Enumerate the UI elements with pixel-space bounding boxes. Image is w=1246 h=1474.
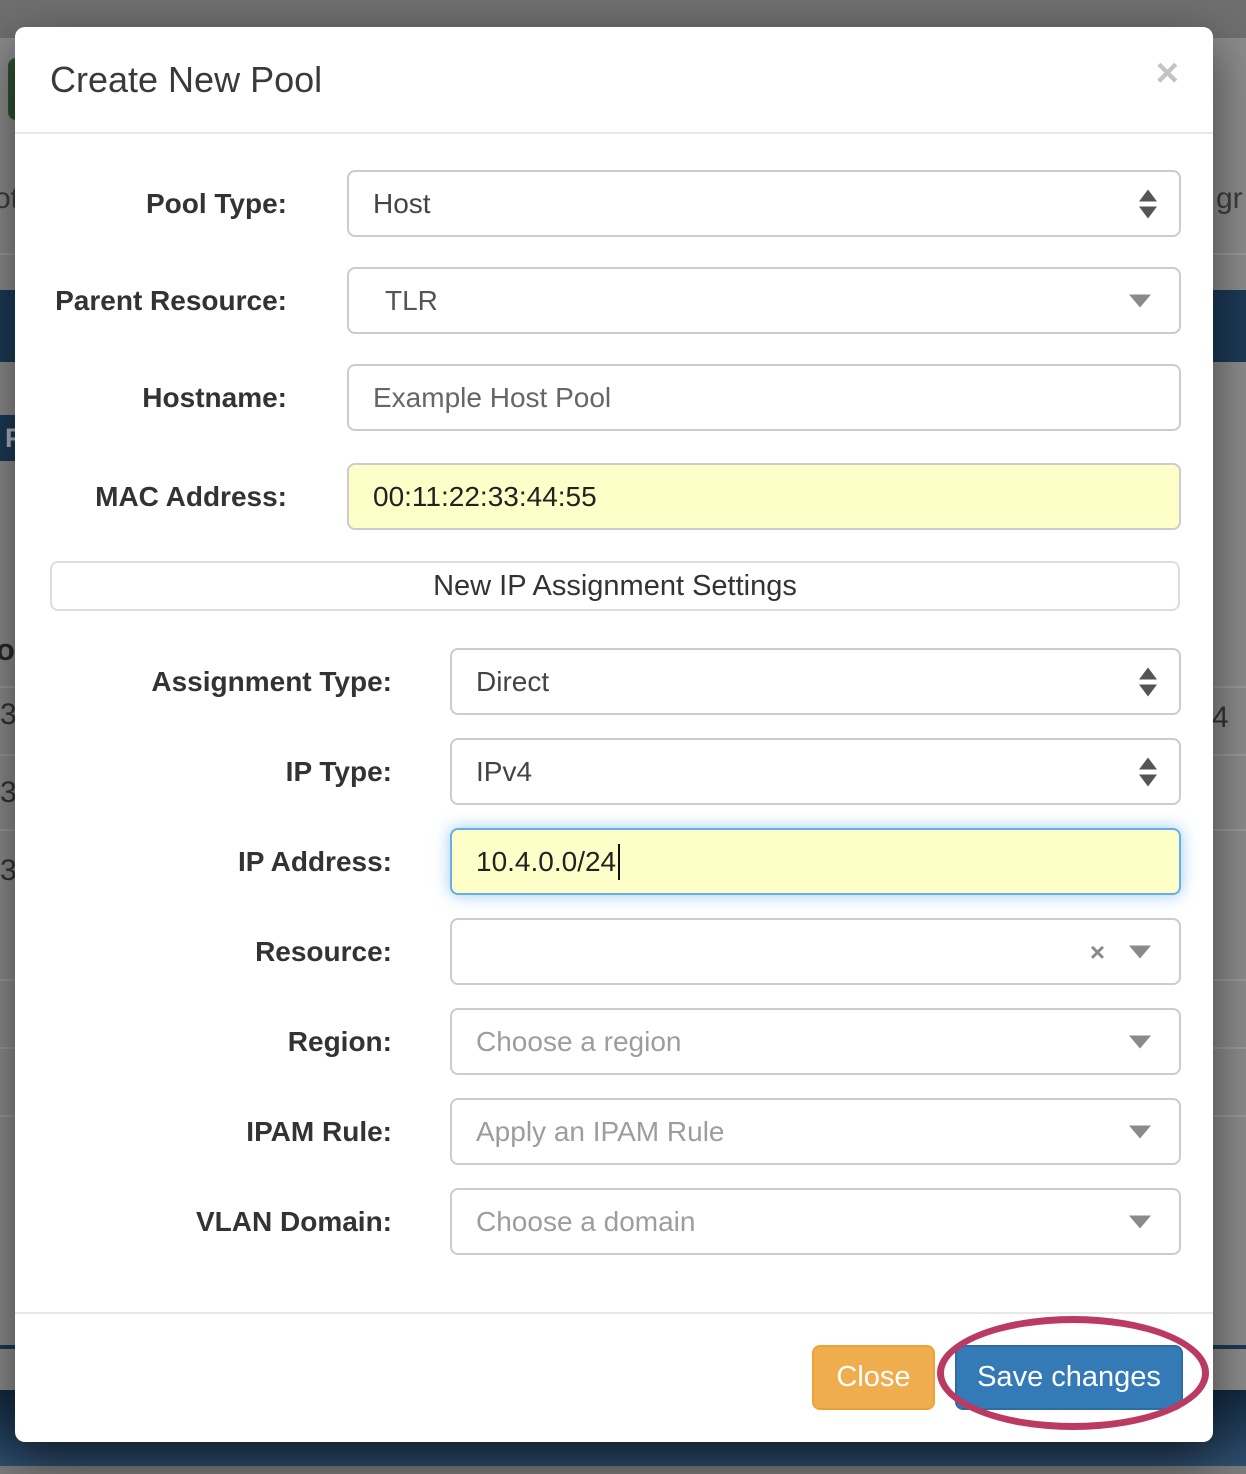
mac-address-row: MAC Address: 00:11:22:33:44:55: [15, 463, 1213, 530]
parent-resource-value: TLR: [385, 284, 438, 316]
chevron-down-icon: [1129, 1035, 1151, 1048]
hostname-row: Hostname: Example Host Pool: [15, 364, 1213, 431]
clear-icon[interactable]: ×: [1090, 939, 1105, 965]
ip-type-value: IPv4: [476, 755, 533, 787]
assignment-type-row: Assignment Type: Direct: [15, 648, 1213, 715]
vlan-domain-row: VLAN Domain: Choose a domain: [15, 1188, 1213, 1255]
assignment-type-label: Assignment Type:: [151, 665, 392, 697]
background-footer-strip: [0, 1466, 1246, 1474]
ipam-rule-select[interactable]: Apply an IPAM Rule: [450, 1098, 1181, 1165]
chevron-down-icon: [1129, 294, 1151, 307]
ip-address-value: 10.4.0.0/24: [476, 845, 617, 877]
assignment-type-select[interactable]: Direct: [450, 648, 1181, 715]
ip-type-label: IP Type:: [285, 755, 392, 787]
chevron-down-icon: [1129, 1215, 1151, 1228]
select-spinner-icon: [1139, 757, 1157, 786]
hostname-input[interactable]: Example Host Pool: [347, 364, 1181, 431]
modal-title: Create New Pool: [50, 59, 323, 100]
vlan-domain-placeholder: Choose a domain: [476, 1205, 696, 1237]
parent-resource-row: Parent Resource: TLR: [15, 267, 1213, 334]
close-button[interactable]: Close: [812, 1345, 935, 1410]
hostname-value: Example Host Pool: [373, 381, 612, 413]
close-icon[interactable]: ×: [1156, 53, 1179, 93]
hostname-label: Hostname:: [142, 381, 287, 413]
resource-select[interactable]: ×: [450, 918, 1181, 985]
ipam-rule-row: IPAM Rule: Apply an IPAM Rule: [15, 1098, 1213, 1165]
ipam-rule-label: IPAM Rule:: [246, 1115, 392, 1147]
select-spinner-icon: [1139, 189, 1157, 218]
vlan-domain-select[interactable]: Choose a domain: [450, 1188, 1181, 1255]
ip-address-input[interactable]: 10.4.0.0/24: [450, 828, 1181, 895]
vlan-domain-label: VLAN Domain:: [196, 1205, 392, 1237]
ip-address-row: IP Address: 10.4.0.0/24: [15, 828, 1213, 895]
pool-type-value: Host: [373, 187, 431, 219]
region-placeholder: Choose a region: [476, 1025, 682, 1057]
mac-address-value: 00:11:22:33:44:55: [373, 480, 597, 512]
chevron-down-icon: [1129, 945, 1151, 958]
pool-type-label: Pool Type:: [145, 187, 287, 219]
background-row-number: 4: [1212, 701, 1229, 734]
pool-type-select[interactable]: Host: [347, 170, 1181, 237]
parent-resource-label: Parent Resource:: [55, 284, 287, 316]
assignment-type-value: Direct: [476, 665, 550, 697]
ip-assignment-section-header: New IP Assignment Settings: [50, 561, 1180, 611]
text-cursor: [618, 843, 621, 880]
parent-resource-select[interactable]: TLR: [347, 267, 1181, 334]
mac-address-label: MAC Address:: [95, 480, 287, 512]
select-spinner-icon: [1139, 667, 1157, 696]
create-new-pool-modal: Create New Pool × Pool Type: Host Parent…: [15, 27, 1213, 1442]
background-table-header: P: [0, 415, 23, 461]
ip-type-row: IP Type: IPv4: [15, 738, 1213, 805]
save-changes-button[interactable]: Save changes: [955, 1345, 1183, 1410]
mac-address-input[interactable]: 00:11:22:33:44:55: [347, 463, 1181, 530]
resource-row: Resource: ×: [15, 918, 1213, 985]
ip-address-label: IP Address:: [237, 845, 392, 877]
region-select[interactable]: Choose a region: [450, 1008, 1181, 1075]
pool-type-row: Pool Type: Host: [15, 170, 1213, 237]
background-text-right: gr: [1216, 182, 1243, 215]
ipam-rule-placeholder: Apply an IPAM Rule: [476, 1115, 725, 1147]
chevron-down-icon: [1129, 1125, 1151, 1138]
region-label: Region:: [287, 1025, 392, 1057]
region-row: Region: Choose a region: [15, 1008, 1213, 1075]
modal-footer: Close Save changes: [15, 1312, 1213, 1442]
ip-type-select[interactable]: IPv4: [450, 738, 1181, 805]
modal-header: Create New Pool ×: [15, 27, 1213, 134]
resource-label: Resource:: [255, 935, 392, 967]
